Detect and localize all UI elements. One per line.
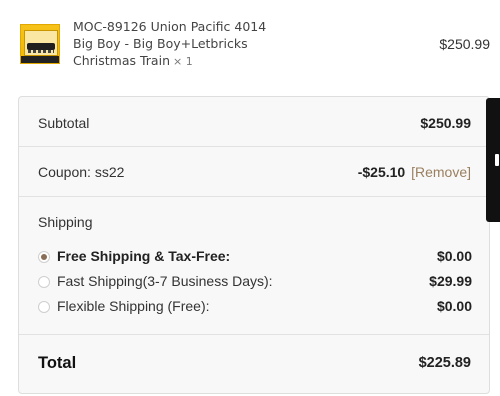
coupon-value: -$25.10 [Remove]: [358, 164, 471, 180]
product-price: $250.99: [439, 36, 490, 52]
shipping-option-label[interactable]: Fast Shipping(3-7 Business Days):: [57, 273, 273, 289]
shipping-heading: Shipping: [38, 214, 93, 230]
shipping-option-label[interactable]: Free Shipping & Tax-Free:: [57, 248, 230, 264]
product-title-line-3: Christmas Train: [73, 53, 170, 68]
product-quantity: × 1: [173, 55, 193, 68]
shipping-option-flexible[interactable]: Flexible Shipping (Free): $0.00: [38, 298, 472, 318]
coupon-row: Coupon: ss22 -$25.10 [Remove]: [19, 147, 489, 197]
radio-fast-shipping[interactable]: [38, 276, 50, 288]
side-tab-icon: [495, 154, 499, 166]
radio-free-shipping[interactable]: [38, 251, 50, 263]
product-title-line-2: Big Boy - Big Boy+Letbricks: [73, 36, 248, 51]
remove-coupon-link[interactable]: [Remove]: [411, 164, 471, 180]
coupon-label: Coupon: ss22: [38, 164, 125, 180]
shipping-option-price: $29.99: [429, 273, 472, 289]
shipping-option-fast[interactable]: Fast Shipping(3-7 Business Days): $29.99: [38, 273, 472, 293]
shipping-option-free[interactable]: Free Shipping & Tax-Free: $0.00: [38, 248, 472, 268]
order-summary: Subtotal $250.99 Coupon: ss22 -$25.10 [R…: [18, 96, 490, 394]
subtotal-row: Subtotal $250.99: [19, 97, 489, 147]
subtotal-value: $250.99: [420, 115, 471, 131]
product-thumbnail[interactable]: [20, 24, 60, 64]
coupon-discount: -$25.10: [357, 164, 406, 180]
thumbnail-strip: [21, 56, 59, 63]
side-panel-tab[interactable]: [486, 98, 500, 222]
product-title-line-1: MOC-89126 Union Pacific 4014: [73, 19, 267, 34]
total-value: $225.89: [418, 355, 471, 371]
shipping-option-price: $0.00: [436, 298, 472, 314]
total-row: Total $225.89: [19, 335, 489, 393]
train-wheels: [28, 50, 54, 53]
cart-product-row: MOC-89126 Union Pacific 4014 Big Boy - B…: [18, 14, 492, 76]
shipping-option-label[interactable]: Flexible Shipping (Free):: [57, 298, 210, 314]
train-image-icon: [27, 43, 55, 50]
radio-flexible-shipping[interactable]: [38, 301, 50, 313]
total-label: Total: [38, 354, 77, 372]
product-title: MOC-89126 Union Pacific 4014 Big Boy - B…: [73, 18, 333, 70]
shipping-option-price: $0.00: [436, 248, 472, 264]
subtotal-label: Subtotal: [38, 115, 90, 131]
